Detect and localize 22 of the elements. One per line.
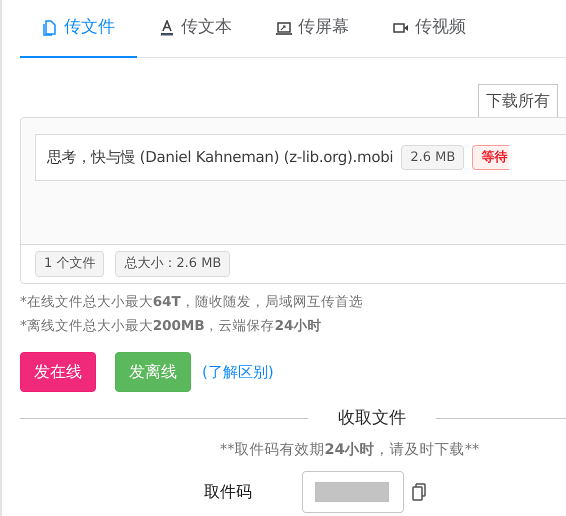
receive-title: 收取文件 [337,407,407,430]
code-validity-notice: **取件码有效期24小时，请及时下载** [220,440,480,460]
code-field[interactable] [302,471,404,514]
tab[interactable]: 传屏幕 [254,0,371,58]
copy-icon[interactable] [412,483,426,502]
send-online-button[interactable]: 发在线 [20,352,96,392]
note-text: *在线文件总大小最大64T，随收随发，局域网互传首选 [20,292,364,312]
status-tag: 等待 [472,144,510,170]
files-icon [42,20,58,36]
tab[interactable]: 传文件 [20,0,137,58]
note-text: *离线文件总大小最大200MB，云端保存24小时 [20,316,322,336]
download-all-button[interactable]: 下载所有 [478,84,558,117]
file-count-tag: 1 个文件 [35,251,104,276]
tab[interactable]: 传文本 [137,0,254,58]
code-label: 取件码 [203,481,253,504]
file-size-tag: 2.6 MB [401,144,464,170]
total-size-tag: 总大小：2.6 MB [115,251,230,276]
screen-icon [276,20,292,36]
learn-difference-link[interactable]: (了解区别) [202,360,274,384]
tab[interactable]: 传视频 [371,0,488,58]
text-icon [159,20,175,36]
file-name: 思考，快与慢 (Daniel Kahneman) (z-lib.org).mobi [47,147,394,168]
